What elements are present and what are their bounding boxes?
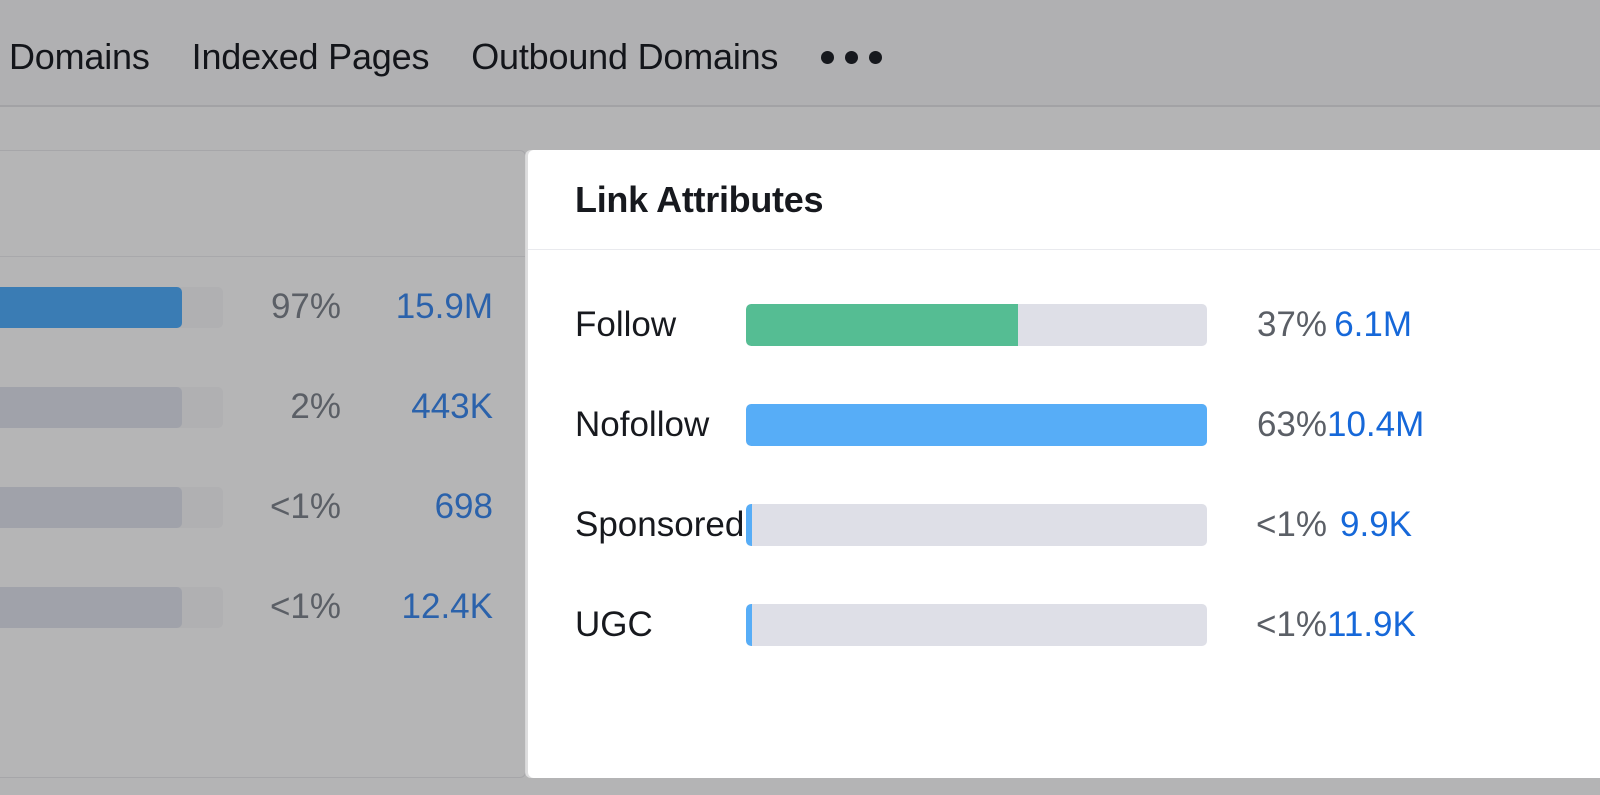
table-row: Follow 37% 6.1M [528,275,1600,375]
background-row-value[interactable]: 443K [343,387,503,427]
background-row-value[interactable]: 12.4K [343,587,503,627]
attribute-bar-track-follow [746,304,1207,346]
attribute-label-sponsored: Sponsored [528,505,746,545]
table-row: <1% 698 [0,457,525,557]
background-row-value[interactable]: 15.9M [343,287,503,327]
link-attributes-card: Link Attributes Follow 37% 6.1M Nofollow… [528,150,1600,778]
background-row-percent: <1% [223,587,343,627]
attribute-percent-nofollow: 63% [1207,405,1327,445]
attribute-label-follow: Follow [528,305,746,345]
table-row: 2% 443K [0,357,525,457]
attribute-percent-follow: 37% [1207,305,1327,345]
attribute-value-follow[interactable]: 6.1M [1327,305,1502,345]
attribute-value-ugc[interactable]: 11.9K [1327,605,1502,645]
table-row: 97% 15.9M [0,257,525,357]
more-tabs-button[interactable] [799,28,904,86]
content-area: 97% 15.9M 2% 443K <1% 698 [0,107,1600,795]
table-row: Sponsored <1% 9.9K [528,475,1600,575]
table-row: UGC <1% 11.9K [528,575,1600,675]
nav-tab-list: Domains Indexed Pages Outbound Domains [0,28,904,86]
background-metrics-card: 97% 15.9M 2% 443K <1% 698 [0,150,526,778]
attribute-bar-fill-nofollow [746,404,1207,446]
table-row: Nofollow 63% 10.4M [528,375,1600,475]
attribute-bar-fill-ugc [746,604,752,646]
ellipsis-horizontal-icon [869,51,882,64]
page-title: Link Attributes [575,179,823,221]
background-bar-fill [0,387,182,428]
attribute-bar-fill-follow [746,304,1018,346]
attribute-bar-fill-sponsored [746,504,752,546]
tab-indexed-pages[interactable]: Indexed Pages [171,28,451,86]
background-bar-track [0,487,223,528]
table-row: <1% 12.4K [0,557,525,657]
attribute-value-sponsored[interactable]: 9.9K [1327,505,1502,545]
background-bar-track [0,287,223,328]
attribute-bar-track-nofollow [746,404,1207,446]
link-attributes-header: Link Attributes [528,150,1600,250]
tab-domains[interactable]: Domains [0,28,171,86]
tab-outbound-domains[interactable]: Outbound Domains [450,28,799,86]
background-row-percent: 2% [223,387,343,427]
attribute-label-ugc: UGC [528,605,746,645]
attribute-bar-track-ugc [746,604,1207,646]
background-bar-fill [0,487,182,528]
top-navigation-bar: Domains Indexed Pages Outbound Domains [0,0,1600,107]
ellipsis-horizontal-icon [821,51,834,64]
attribute-bar-track-sponsored [746,504,1207,546]
background-bar-track [0,587,223,628]
link-attributes-body: Follow 37% 6.1M Nofollow 63% 10.4M Spons… [528,250,1600,675]
background-card-body: 97% 15.9M 2% 443K <1% 698 [0,257,525,657]
background-row-percent: <1% [223,487,343,527]
background-row-percent: 97% [223,287,343,327]
background-row-value[interactable]: 698 [343,487,503,527]
attribute-value-nofollow[interactable]: 10.4M [1327,405,1502,445]
background-card-header [0,151,525,257]
attribute-label-nofollow: Nofollow [528,405,746,445]
attribute-percent-sponsored: <1% [1207,505,1327,545]
background-bar-track [0,387,223,428]
background-bar-fill [0,587,182,628]
ellipsis-horizontal-icon [845,51,858,64]
attribute-percent-ugc: <1% [1207,605,1327,645]
background-bar-fill [0,287,182,328]
